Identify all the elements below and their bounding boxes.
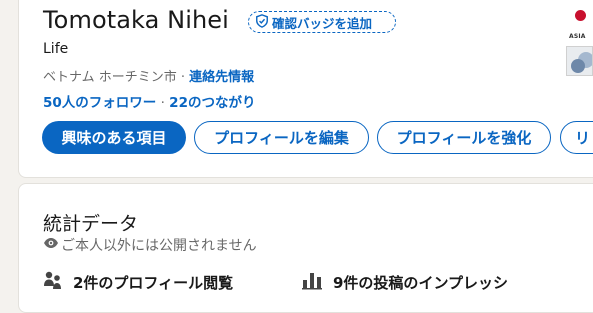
- network-separator: ·: [156, 95, 170, 111]
- followers-link[interactable]: 50人のフォロワー: [43, 95, 156, 111]
- privacy-note: ご本人以外には公開されません: [43, 235, 257, 255]
- contact-info-link[interactable]: 連絡先情報: [189, 70, 254, 85]
- privacy-note-text: ご本人以外には公開されません: [61, 238, 257, 254]
- add-verification-badge-button[interactable]: 確認バッジを追加: [248, 11, 396, 33]
- post-impressions-stat[interactable]: 9件の投稿のインプレッシ: [301, 270, 508, 294]
- stats-title: 統計データ: [43, 213, 139, 235]
- network-row: 50人のフォロワー · 22のつながり: [43, 91, 255, 111]
- profile-name: Tomotaka Nihei: [43, 6, 229, 34]
- people-icon: [43, 270, 63, 294]
- logo-dot: [575, 10, 586, 21]
- location-separator: ·: [176, 70, 190, 85]
- logo-text: ASIA: [569, 33, 586, 40]
- more-resources-button[interactable]: リ: [560, 121, 593, 154]
- shield-check-icon: [255, 13, 269, 31]
- organization-logo[interactable]: ASIA: [568, 8, 593, 40]
- eye-icon: [43, 237, 59, 253]
- bar-chart-icon: [301, 270, 323, 294]
- edit-profile-button[interactable]: プロフィールを編集: [194, 121, 369, 154]
- profile-views-stat[interactable]: 2件のプロフィール閲覧: [43, 270, 233, 294]
- location-text: ベトナム ホーチミン市: [43, 70, 177, 85]
- profile-headline: Life: [43, 41, 69, 57]
- logo-shape: [571, 59, 585, 73]
- connections-link[interactable]: 22のつながり: [169, 95, 255, 111]
- education-logo[interactable]: [566, 46, 593, 76]
- interests-button[interactable]: 興味のある項目: [42, 121, 186, 154]
- verify-badge-label: 確認バッジを追加: [272, 15, 373, 31]
- post-impressions-label: 9件の投稿のインプレッシ: [333, 273, 508, 292]
- profile-location-row: ベトナム ホーチミン市 · 連絡先情報: [43, 66, 254, 85]
- profile-views-label: 2件のプロフィール閲覧: [73, 273, 234, 292]
- enhance-profile-button[interactable]: プロフィールを強化: [377, 121, 551, 154]
